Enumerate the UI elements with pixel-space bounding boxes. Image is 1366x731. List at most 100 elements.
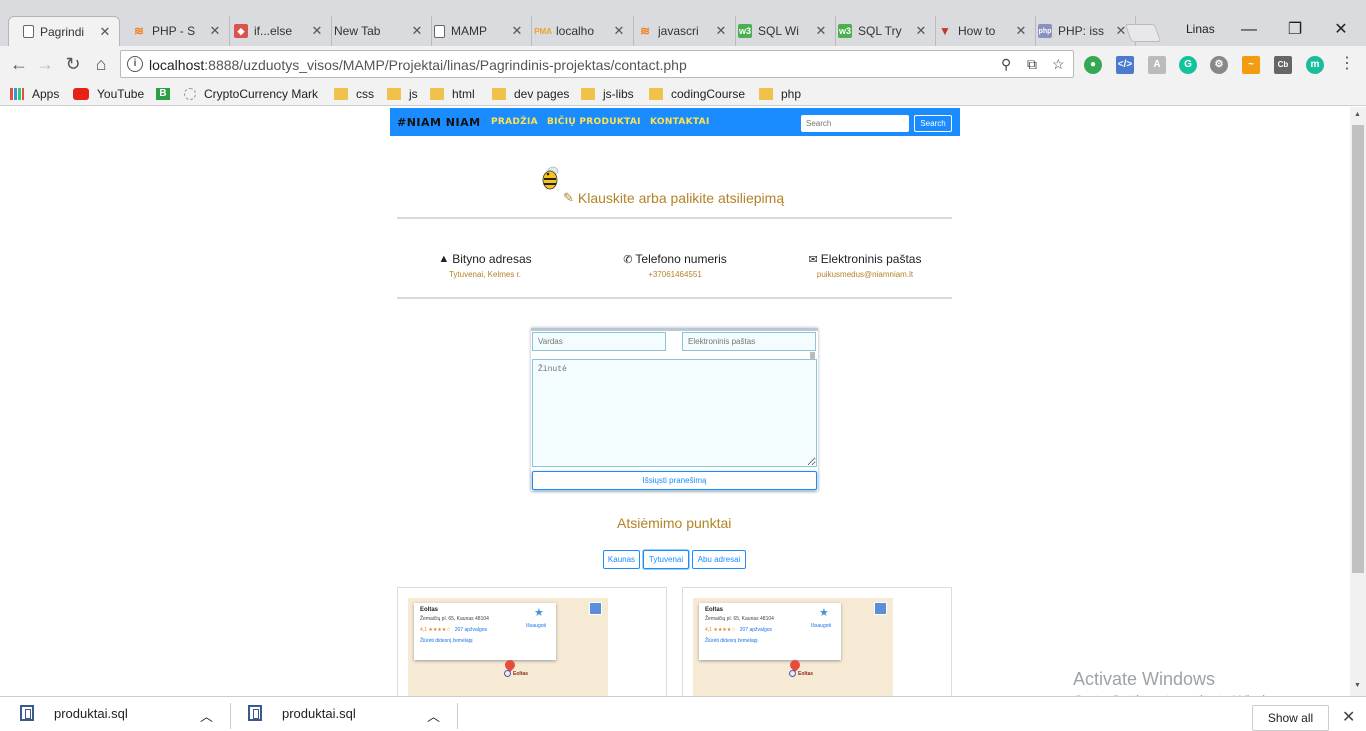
grammarly-icon[interactable]: G [1179,56,1197,74]
site-search-input[interactable] [801,115,909,132]
new-tab-button[interactable] [1124,24,1162,42]
show-all-button[interactable]: Show all [1252,705,1329,731]
tab-title: New Tab [334,24,381,38]
chevron-up-icon[interactable]: ︿ [200,706,213,725]
tab-new[interactable]: New Tab ✕ [320,16,432,46]
extension-code-icon[interactable]: </> [1116,56,1134,74]
bookmark-css[interactable]: css [334,86,374,102]
minimize-button[interactable]: — [1226,18,1272,42]
home-icon[interactable]: ⌂ [90,53,112,75]
reload-icon[interactable]: ↻ [62,53,84,75]
download-item[interactable]: produktai.sql [248,697,356,729]
map-embed[interactable]: Eoltas Žemaičių pl. 65, Kaunas 48104 4,1… [408,598,608,696]
bookmark-youtube[interactable]: YouTube [73,86,144,102]
name-input[interactable] [532,332,666,351]
bookmark-apps[interactable]: Apps [10,86,59,102]
bookmark-js[interactable]: js [387,86,418,102]
extension-green-icon[interactable]: ● [1084,56,1102,74]
reviews-link[interactable]: 207 apžvalgos [455,627,487,633]
folder-icon [387,88,401,100]
extension-gear-icon[interactable]: ⚙ [1210,56,1228,74]
file-icon [20,705,34,721]
tab-how-to[interactable]: ▼ How to ✕ [924,16,1036,46]
reviews-link[interactable]: 207 apžvalgos [740,627,772,633]
save-star-icon[interactable]: ★ [534,606,544,619]
page-scrollbar[interactable]: ▲ ▼ [1350,107,1366,696]
scroll-up-icon[interactable]: ▲ [1354,111,1361,118]
extension-orange-icon[interactable]: ~ [1242,56,1260,74]
larger-map-link[interactable]: Žiūrėti didesnį žemėlapį [705,638,835,644]
map-card: Eoltas Žemaičių pl. 65, Kaunas 48104 4,1… [397,587,667,696]
bookmark-b[interactable]: B [156,86,178,102]
tab-mamp[interactable]: MAMP ✕ [420,16,532,46]
tab-pagrindinis[interactable]: Pagrindi ✕ [8,16,120,46]
info-icon[interactable]: i [127,56,143,72]
download-item[interactable]: produktai.sql [20,697,128,729]
city-button-kaunas[interactable]: Kaunas [603,550,640,569]
send-message-button[interactable]: Išsiųsti pranešimą [532,471,817,490]
tab-title: localho [556,24,595,38]
chevron-up-icon[interactable]: ︿ [427,706,440,725]
tab-ifelse[interactable]: ◆ if...else ✕ [220,16,332,46]
maximize-button[interactable]: ❐ [1272,18,1318,42]
address-bar[interactable]: i localhost:8888/uzduotys_visos/MAMP/Pro… [120,50,1074,78]
tab-sql-wi[interactable]: w3 SQL Wi ✕ [724,16,836,46]
address-url[interactable]: localhost:8888/uzduotys_visos/MAMP/Proje… [149,57,687,73]
city-button-tytuvenai[interactable]: Tytuvenai [643,550,689,569]
folder-icon [492,88,506,100]
bookmark-coding-course[interactable]: codingCourse [649,86,745,102]
tab-javascript[interactable]: ≋ javascri ✕ [624,16,736,46]
extension-pdf-icon[interactable]: A [1148,56,1166,74]
contact-form [531,328,818,491]
site-brand[interactable]: #NIAM NIAM [397,116,481,129]
envelope-icon: ✉ [808,253,818,266]
w3-icon: w3 [838,24,852,38]
stackoverflow-icon: ≋ [133,24,145,38]
zoom-icon[interactable]: ⚲ [1001,56,1011,73]
w3-icon: w3 [738,24,752,38]
v-icon: ▼ [939,24,951,38]
bookmark-star-icon[interactable]: ☆ [1052,56,1065,73]
close-window-button[interactable]: ✕ [1318,18,1364,42]
close-icon[interactable]: ✕ [1342,707,1355,727]
save-star-icon[interactable]: ★ [819,606,829,619]
person-icon[interactable] [589,602,602,615]
city-button-abu-adresai[interactable]: Abu adresai [692,550,746,569]
bird-icon: ◆ [234,24,248,38]
save-link[interactable]: Išsaugoti [811,623,831,629]
back-icon[interactable]: ← [8,53,30,75]
bookmark-html[interactable]: html [430,86,475,102]
extension-cb-icon[interactable]: Cb [1274,56,1292,74]
message-textarea[interactable] [532,359,817,467]
divider [397,297,952,299]
bee-icon [542,166,559,190]
tab-close-icon[interactable]: ✕ [97,24,113,40]
profile-name[interactable]: Linas [1186,22,1215,36]
tab-php-iss[interactable]: php PHP: iss ✕ [1024,16,1136,46]
larger-map-link[interactable]: Žiūrėti didesnį žemėlapį [420,638,550,644]
bookmark-js-libs[interactable]: js-libs [581,86,634,102]
map-embed[interactable]: Eoltas Žemaičių pl. 65, Kaunas 48104 4,1… [693,598,893,696]
download-bar: produktai.sql ︿ produktai.sql ︿ Show all… [0,696,1366,731]
email-input[interactable] [682,332,816,351]
bookmark-crypto[interactable]: CryptoCurrency Mark [184,86,318,102]
tab-php[interactable]: ≋ PHP - S ✕ [118,16,230,46]
tab-localhost[interactable]: PMA localho ✕ [522,16,634,46]
save-link[interactable]: Išsaugoti [526,623,546,629]
tab-sql-try[interactable]: w3 SQL Try ✕ [824,16,936,46]
scroll-down-icon[interactable]: ▼ [1354,682,1361,689]
site-search-button[interactable]: Search [914,115,952,132]
nav-pradzia[interactable]: PRADŽIA [491,117,538,127]
map-pin-label: Eoltas [504,670,528,677]
bookmark-dev-pages[interactable]: dev pages [492,86,569,102]
bookmark-php[interactable]: php [759,86,801,102]
menu-icon[interactable]: ⋮ [1336,53,1358,75]
extension-m-icon[interactable]: m [1306,56,1324,74]
map-card: Eoltas Žemaičių pl. 65, Kaunas 48104 4,1… [682,587,952,696]
person-icon[interactable] [874,602,887,615]
nav-biciu-produktai[interactable]: BIČIŲ PRODUKTAI [547,117,641,127]
forward-icon[interactable]: → [34,53,56,75]
translate-icon[interactable]: ⧉ [1027,56,1037,73]
scrollbar-thumb[interactable] [1352,125,1364,573]
nav-kontaktai[interactable]: KONTAKTAI [650,117,710,127]
